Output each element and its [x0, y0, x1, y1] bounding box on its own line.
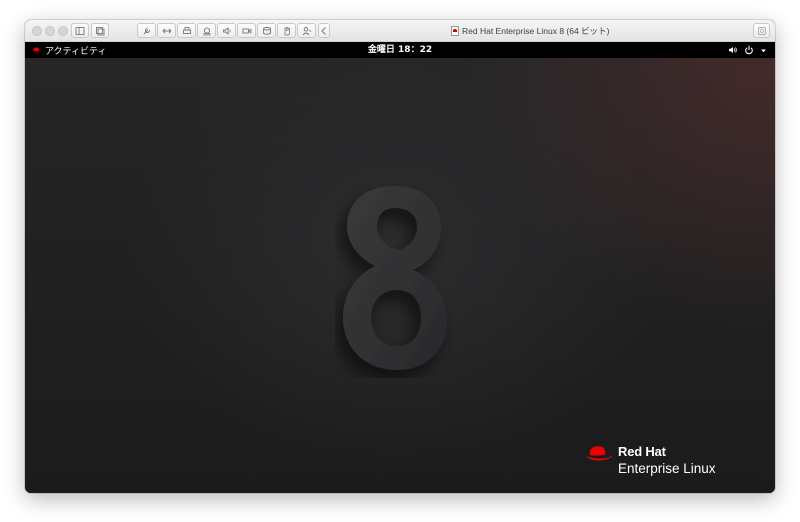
- close-window-button[interactable]: [32, 26, 42, 36]
- disk-icon: [262, 26, 271, 35]
- fullscreen-button[interactable]: [753, 23, 770, 38]
- video-button[interactable]: [237, 23, 256, 38]
- activities-label: アクティビティ: [45, 46, 107, 57]
- activities-button[interactable]: アクティビティ: [32, 43, 106, 57]
- window-titlebar[interactable]: Red Hat Enterprise Linux 8 (64 ビット): [25, 20, 775, 42]
- resize-button[interactable]: [157, 23, 176, 38]
- snapshot-icon: [96, 26, 105, 35]
- settings-wrench-icon: [143, 27, 150, 34]
- redhat-hat-icon: [585, 446, 613, 461]
- back-button[interactable]: [318, 23, 330, 38]
- usb-camera-icon: [203, 26, 210, 35]
- camera-device-button[interactable]: [197, 23, 216, 38]
- sound-button[interactable]: [217, 23, 236, 38]
- vm-window: Red Hat Enterprise Linux 8 (64 ビット) アクティ…: [25, 20, 775, 493]
- disk-button[interactable]: [257, 23, 276, 38]
- resize-arrows-icon: [162, 28, 171, 33]
- gnome-top-bar: アクティビティ 金曜日 18：22: [25, 42, 775, 58]
- settings-button[interactable]: [137, 23, 156, 38]
- printer-button[interactable]: [177, 23, 196, 38]
- power-icon[interactable]: [744, 45, 754, 55]
- clock-area: 金曜日 18：22: [25, 43, 775, 57]
- brand-product: Enterprise Linux: [618, 461, 716, 476]
- wallpaper-number-8: [343, 186, 447, 370]
- brand-name: Red Hat: [618, 444, 666, 459]
- speaker-icon: [222, 26, 231, 35]
- window-title-text: Red Hat Enterprise Linux 8 (64 ビット): [462, 26, 610, 36]
- fullscreen-icon: [757, 26, 766, 35]
- menu-caret-icon[interactable]: [760, 47, 767, 54]
- system-tray[interactable]: [728, 44, 767, 56]
- user-button[interactable]: [297, 23, 316, 38]
- user-icon: [302, 26, 311, 35]
- hand-button[interactable]: [277, 23, 296, 38]
- sidebar-icon: [75, 26, 85, 35]
- vm-document-icon: [451, 26, 459, 36]
- hand-icon: [284, 26, 290, 35]
- window-title: Red Hat Enterprise Linux 8 (64 ビット): [451, 24, 609, 38]
- volume-icon[interactable]: [728, 45, 738, 55]
- snapshot-button[interactable]: [91, 23, 109, 38]
- sidebar-button[interactable]: [71, 23, 89, 38]
- desktop-background[interactable]: Red Hat Enterprise Linux: [25, 58, 775, 493]
- minimize-window-button[interactable]: [45, 26, 55, 36]
- printer-icon: [182, 26, 191, 34]
- redhat-fedora-icon: [32, 47, 42, 53]
- back-chevron-icon: [321, 26, 326, 35]
- video-camera-icon: [242, 28, 251, 33]
- zoom-window-button[interactable]: [58, 26, 68, 36]
- redhat-enterprise-linux-logo: Red Hat Enterprise Linux: [584, 440, 744, 480]
- clock-label[interactable]: 金曜日 18：22: [368, 45, 432, 55]
